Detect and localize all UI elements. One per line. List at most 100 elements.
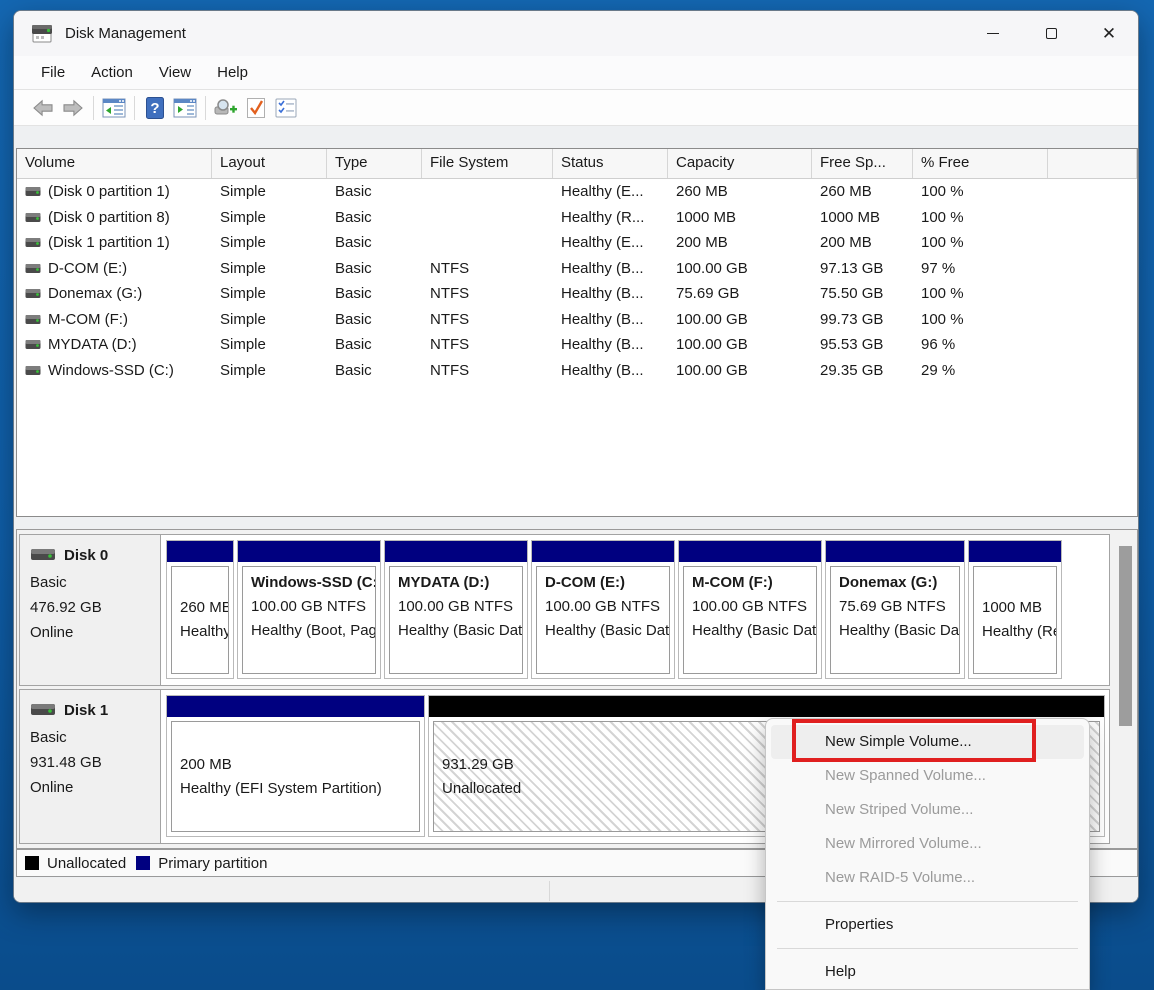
minimize-button[interactable] (964, 11, 1022, 56)
show-action-pane-button[interactable] (170, 94, 200, 122)
cell-layout: Simple (212, 362, 327, 379)
partition-size: 1000 MB (982, 596, 1048, 620)
cell-pct: 100 % (913, 285, 1048, 302)
legend-label: Primary partition (158, 855, 267, 872)
partition-name: Donemax (G:) (839, 571, 951, 595)
close-button[interactable]: ✕ (1080, 11, 1138, 56)
partition-size: 100.00 GB NTFS (398, 595, 514, 619)
toolbar-separator (134, 96, 135, 120)
volume-name: M-COM (F:) (48, 311, 128, 328)
partition-size: 200 MB (180, 753, 411, 777)
partition-size: 100.00 GB NTFS (251, 595, 367, 619)
back-button[interactable] (28, 94, 58, 122)
partition-efi-260mb[interactable]: 260 MB Healthy (EFI System Partition) (166, 540, 234, 679)
legend-label: Unallocated (47, 855, 126, 872)
toolbar-separator (93, 96, 94, 120)
menu-view[interactable]: View (146, 60, 204, 85)
col-layout[interactable]: Layout (212, 149, 327, 178)
menu-item-properties[interactable]: Properties (771, 908, 1084, 942)
col-volume[interactable]: Volume (17, 149, 212, 178)
cell-free: 97.13 GB (812, 260, 913, 277)
cell-pct: 100 % (913, 183, 1048, 200)
cell-capacity: 100.00 GB (668, 260, 812, 277)
unallocated-swatch (25, 856, 39, 870)
volume-row[interactable]: (Disk 1 partition 1)SimpleBasicHealthy (… (17, 230, 1137, 256)
menu-separator (777, 948, 1078, 949)
partition-name: Windows-SSD (C:) (251, 571, 367, 595)
col-pct-free[interactable]: % Free (913, 149, 1048, 178)
volume-row[interactable]: (Disk 0 partition 1)SimpleBasicHealthy (… (17, 179, 1137, 205)
volume-row[interactable]: Donemax (G:)SimpleBasicNTFSHealthy (B...… (17, 281, 1137, 307)
help-button[interactable]: ? (140, 94, 170, 122)
cell-fs: NTFS (422, 260, 553, 277)
cell-capacity: 100.00 GB (668, 336, 812, 353)
volume-row[interactable]: M-COM (F:)SimpleBasicNTFSHealthy (B...10… (17, 307, 1137, 333)
cell-type: Basic (327, 183, 422, 200)
col-status[interactable]: Status (553, 149, 668, 178)
title-bar: Disk Management ✕ (14, 11, 1138, 56)
col-filler (1048, 149, 1137, 178)
volume-row[interactable]: Windows-SSD (C:)SimpleBasicNTFSHealthy (… (17, 358, 1137, 384)
cell-fs: NTFS (422, 285, 553, 302)
primary-partition-bar (826, 541, 964, 562)
forward-button[interactable] (58, 94, 88, 122)
primary-partition-bar (167, 541, 233, 562)
cell-free: 75.50 GB (812, 285, 913, 302)
vertical-scrollbar-thumb[interactable] (1119, 546, 1132, 726)
col-file-system[interactable]: File System (422, 149, 553, 178)
cell-status: Healthy (R... (553, 209, 668, 226)
menu-action[interactable]: Action (78, 60, 146, 85)
cell-volume: (Disk 0 partition 1) (17, 183, 212, 200)
volume-row[interactable]: (Disk 0 partition 8)SimpleBasicHealthy (… (17, 205, 1137, 231)
partition-donemax[interactable]: Donemax (G:) 75.69 GB NTFS Healthy (Basi… (825, 540, 965, 679)
partition-m-com[interactable]: M-COM (F:) 100.00 GB NTFS Healthy (Basic… (678, 540, 822, 679)
task-list-button[interactable] (271, 94, 301, 122)
volume-icon (25, 212, 41, 223)
cell-free: 260 MB (812, 183, 913, 200)
partition-status: Healthy (EFI System Partition) (180, 777, 411, 801)
col-type[interactable]: Type (327, 149, 422, 178)
cell-capacity: 100.00 GB (668, 311, 812, 328)
disk-0-partitions: 260 MB Healthy (EFI System Partition) Wi… (161, 535, 1109, 685)
cell-volume: Windows-SSD (C:) (17, 362, 212, 379)
help-icon: ? (146, 97, 164, 119)
refresh-button[interactable] (211, 94, 241, 122)
check-document-button[interactable] (241, 94, 271, 122)
disk-type: Basic (30, 725, 160, 750)
primary-partition-bar (385, 541, 527, 562)
partition-efi-200mb[interactable]: 200 MB Healthy (EFI System Partition) (166, 695, 425, 837)
cell-type: Basic (327, 260, 422, 277)
menu-separator (777, 901, 1078, 902)
col-free-space[interactable]: Free Sp... (812, 149, 913, 178)
cell-fs: NTFS (422, 311, 553, 328)
cell-layout: Simple (212, 209, 327, 226)
volume-row[interactable]: MYDATA (D:)SimpleBasicNTFSHealthy (B...1… (17, 332, 1137, 358)
disk-1-label[interactable]: Disk 1 Basic 931.48 GB Online (20, 690, 161, 843)
menu-item-new-spanned-volume: New Spanned Volume... (771, 759, 1084, 793)
partition-windows-ssd[interactable]: Windows-SSD (C:) 100.00 GB NTFS Healthy … (237, 540, 381, 679)
col-capacity[interactable]: Capacity (668, 149, 812, 178)
volume-row[interactable]: D-COM (E:)SimpleBasicNTFSHealthy (B...10… (17, 256, 1137, 282)
partition-mydata[interactable]: MYDATA (D:) 100.00 GB NTFS Healthy (Basi… (384, 540, 528, 679)
disk-0-label[interactable]: Disk 0 Basic 476.92 GB Online (20, 535, 161, 685)
cell-capacity: 200 MB (668, 234, 812, 251)
menu-help[interactable]: Help (204, 60, 261, 85)
show-console-tree-button[interactable] (99, 94, 129, 122)
check-document-icon (246, 97, 266, 119)
partition-d-com[interactable]: D-COM (E:) 100.00 GB NTFS Healthy (Basic… (531, 540, 675, 679)
partition-status: Healthy (Basic Data Partition) (545, 619, 661, 643)
volume-name: D-COM (E:) (48, 260, 127, 277)
menu-item-help[interactable]: Help (771, 955, 1084, 989)
toolbar: ? (14, 90, 1138, 126)
maximize-button[interactable] (1022, 11, 1080, 56)
partition-recovery-1000mb[interactable]: 1000 MB Healthy (Recovery Partition) (968, 540, 1062, 679)
partition-status: Healthy (Basic Data Partition) (692, 619, 808, 643)
cell-layout: Simple (212, 234, 327, 251)
cell-capacity: 260 MB (668, 183, 812, 200)
menu-item-new-simple-volume[interactable]: New Simple Volume... (771, 725, 1084, 759)
disk-status: Online (30, 620, 160, 645)
menu-file[interactable]: File (28, 60, 78, 85)
disk-type: Basic (30, 570, 160, 595)
cell-pct: 96 % (913, 336, 1048, 353)
cell-layout: Simple (212, 183, 327, 200)
